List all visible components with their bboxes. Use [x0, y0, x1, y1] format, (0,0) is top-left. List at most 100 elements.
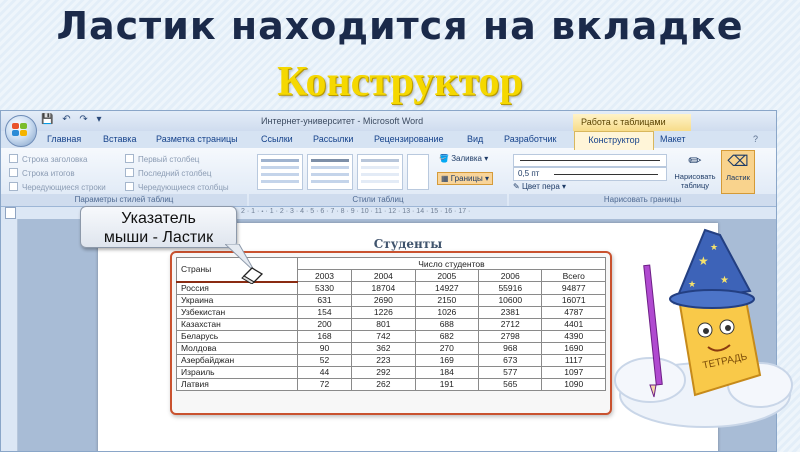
value-cell: 44 — [296, 365, 353, 379]
group-header: Число студентов — [296, 257, 607, 270]
value-cell: 10600 — [478, 293, 543, 307]
country-cell: Беларусь — [176, 329, 298, 343]
checkbox-icon — [125, 182, 134, 191]
tab-page-layout[interactable]: Разметка страницы — [156, 134, 238, 144]
value-cell: 14927 — [414, 281, 480, 295]
table-style-thumb[interactable] — [257, 154, 303, 190]
column-header: Всего — [541, 269, 606, 282]
office-button[interactable] — [5, 115, 37, 147]
eraser-button[interactable]: ⌫ Ластик — [721, 150, 755, 194]
value-cell: 682 — [414, 329, 480, 343]
svg-text:★: ★ — [710, 242, 718, 252]
country-cell: Россия — [176, 281, 298, 295]
tab-design[interactable]: Конструктор — [574, 131, 654, 150]
value-cell: 52 — [296, 353, 353, 367]
country-cell: Латвия — [176, 377, 298, 391]
value-cell: 801 — [351, 317, 416, 331]
option-total-row[interactable]: Строка итогов — [9, 168, 75, 178]
checkbox-icon — [9, 182, 18, 191]
value-cell: 631 — [296, 293, 353, 307]
group-label-draw-borders: Нарисовать границы — [509, 194, 776, 206]
mouse-pointer-callout: Указатель мыши - Ластик — [80, 206, 237, 248]
value-cell: 191 — [414, 377, 480, 391]
tab-view[interactable]: Вид — [467, 134, 483, 144]
tab-developer[interactable]: Разработчик — [504, 134, 556, 144]
table-style-thumb[interactable] — [307, 154, 353, 190]
tab-review[interactable]: Рецензирование — [374, 134, 444, 144]
vertical-ruler[interactable] — [1, 219, 18, 451]
country-cell: Израиль — [176, 365, 298, 379]
table-body: Россия 5330 18704 14927 55916 94877 Украина 631… — [176, 281, 606, 391]
table-row[interactable]: Украина 631 2690 2150 10600 16071 — [176, 293, 606, 307]
value-cell: 200 — [296, 317, 353, 331]
value-cell: 1226 — [351, 305, 416, 319]
table-row[interactable]: Азербайджан 52 223 169 673 1117 — [176, 353, 606, 367]
value-cell: 1097 — [541, 365, 606, 379]
table-row[interactable]: Казахстан 200 801 688 2712 4401 — [176, 317, 606, 331]
quick-access-toolbar[interactable]: 💾 ↶ ↷ ▾ — [41, 114, 105, 125]
table-row[interactable]: Латвия 72 262 191 565 1090 — [176, 377, 606, 391]
value-cell: 5330 — [296, 281, 353, 295]
value-cell: 184 — [414, 365, 480, 379]
style-gallery-scroll[interactable] — [407, 154, 429, 190]
option-last-column[interactable]: Последний столбец — [125, 168, 211, 178]
value-cell: 55916 — [478, 281, 543, 295]
option-banded-columns[interactable]: Чередующиеся столбцы — [125, 182, 229, 192]
wizard-notebook-mascot: ТЕТРАДЬ ★ ★ ★ ★ — [614, 228, 793, 428]
context-tab-group: Работа с таблицами — [573, 114, 691, 131]
value-cell: 1117 — [541, 353, 606, 367]
line-style-select[interactable] — [513, 154, 667, 167]
svg-text:★: ★ — [688, 279, 696, 289]
draw-table-icon: ✏ — [688, 153, 702, 170]
line-weight-select[interactable]: 0,5 пт — [513, 167, 667, 181]
window-title: Интернет-университет - Microsoft Word — [261, 116, 424, 126]
svg-text:★: ★ — [720, 275, 729, 286]
help-icon[interactable]: ? — [753, 134, 758, 144]
value-cell: 1090 — [541, 377, 606, 391]
value-cell: 362 — [351, 341, 416, 355]
table-row[interactable]: Узбекистан 154 1226 1026 2381 4787 — [176, 305, 606, 319]
option-banded-rows[interactable]: Чередующиеся строки — [9, 182, 106, 192]
value-cell: 1026 — [414, 305, 480, 319]
value-cell: 673 — [478, 353, 543, 367]
value-cell: 565 — [478, 377, 543, 391]
draw-table-button[interactable]: ✏ Нарисовать таблицу — [671, 152, 719, 192]
ribbon: Строка заголовка Первый столбец Строка и… — [1, 148, 776, 207]
value-cell: 90 — [296, 341, 353, 355]
value-cell: 94877 — [541, 281, 606, 295]
eraser-cursor-icon — [241, 267, 264, 284]
value-cell: 18704 — [351, 281, 416, 295]
pen-color-button[interactable]: ✎ Цвет пера ▾ — [513, 182, 566, 191]
tab-mailings[interactable]: Рассылки — [313, 134, 353, 144]
borders-button[interactable]: ▦ Границы ▾ — [437, 172, 494, 185]
value-cell: 2798 — [478, 329, 543, 343]
value-cell: 223 — [351, 353, 416, 367]
value-cell: 742 — [351, 329, 416, 343]
borders-icon: ▦ — [441, 174, 449, 183]
table-style-thumb[interactable] — [357, 154, 403, 190]
tab-layout[interactable]: Макет — [660, 134, 685, 144]
value-cell: 4787 — [541, 305, 606, 319]
table-row[interactable]: Израиль 44 292 184 577 1097 — [176, 365, 606, 379]
checkbox-icon — [125, 168, 134, 177]
tab-selector-icon[interactable] — [5, 207, 16, 219]
option-header-row[interactable]: Строка заголовка — [9, 154, 87, 164]
table-row[interactable]: Беларусь 168 742 682 2798 4390 — [176, 329, 606, 343]
tab-home[interactable]: Главная — [47, 134, 81, 144]
column-header: 2005 — [414, 269, 480, 282]
value-cell: 4401 — [541, 317, 606, 331]
svg-text:★: ★ — [698, 254, 709, 268]
option-first-column[interactable]: Первый столбец — [125, 154, 199, 164]
country-cell: Молдова — [176, 341, 298, 355]
value-cell: 72 — [296, 377, 353, 391]
paint-bucket-icon: 🪣 — [439, 154, 449, 163]
value-cell: 2690 — [351, 293, 416, 307]
tab-insert[interactable]: Вставка — [103, 134, 136, 144]
table-row[interactable]: Молдова 90 362 270 968 1690 — [176, 341, 606, 355]
column-header: 2003 — [296, 269, 353, 282]
country-cell: Азербайджан — [176, 353, 298, 367]
country-cell: Украина — [176, 293, 298, 307]
checkbox-icon — [125, 154, 134, 163]
tab-references[interactable]: Ссылки — [261, 134, 293, 144]
shading-button[interactable]: 🪣 Заливка ▾ — [439, 154, 488, 163]
